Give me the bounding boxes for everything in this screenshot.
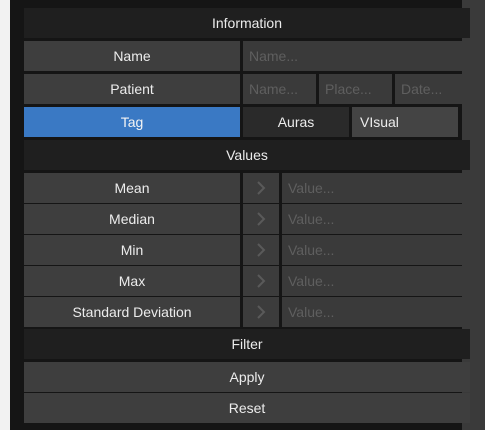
chevron-right-icon (257, 181, 266, 195)
min-label: Min (24, 235, 240, 265)
standard-deviation-arrow-button[interactable] (243, 297, 279, 327)
median-arrow-button[interactable] (243, 204, 279, 234)
values-title: Values (226, 147, 268, 163)
information-title: Information (211, 15, 283, 31)
information-panel: Information Name Name... Patient Name...… (10, 0, 470, 430)
value-row-min: Min Value... (24, 235, 470, 265)
values-header: Values (24, 140, 470, 170)
patient-place-field[interactable]: Place... (319, 74, 392, 104)
tab-auras[interactable]: Auras (243, 107, 349, 137)
patient-row: Patient Name... Place... Date... (24, 74, 470, 104)
reset-row: Reset (24, 393, 470, 423)
apply-button[interactable]: Apply (24, 362, 470, 392)
filter-header: Filter (24, 329, 470, 359)
tab-tag[interactable]: Tag (24, 107, 240, 137)
patient-name-field[interactable]: Name... (243, 74, 316, 104)
chevron-right-icon (257, 274, 266, 288)
tab-row: Tag Auras VIsual (24, 107, 470, 137)
name-row: Name Name... (24, 41, 470, 71)
apply-row: Apply (24, 362, 470, 392)
max-value-field[interactable]: Value... (282, 266, 470, 296)
tab-visual[interactable]: VIsual (352, 107, 458, 137)
max-label: Max (24, 266, 240, 296)
value-row-standard-deviation: Standard Deviation Value... (24, 297, 470, 327)
max-arrow-button[interactable] (243, 266, 279, 296)
standard-deviation-value-field[interactable]: Value... (282, 297, 470, 327)
name-label: Name (24, 41, 240, 71)
name-field[interactable]: Name... (243, 41, 470, 71)
chevron-right-icon (257, 243, 266, 257)
patient-date-field[interactable]: Date... (395, 74, 470, 104)
left-border (0, 0, 10, 430)
information-header: Information (24, 8, 470, 38)
filter-title: Filter (231, 336, 263, 352)
chevron-right-icon (257, 305, 266, 319)
standard-deviation-label: Standard Deviation (24, 297, 240, 327)
min-arrow-button[interactable] (243, 235, 279, 265)
chevron-right-icon (257, 212, 266, 226)
median-value-field[interactable]: Value... (282, 204, 470, 234)
value-row-max: Max Value... (24, 266, 470, 296)
value-row-median: Median Value... (24, 204, 470, 234)
patient-label: Patient (24, 74, 240, 104)
value-row-mean: Mean Value... (24, 173, 470, 203)
mean-label: Mean (24, 173, 240, 203)
min-value-field[interactable]: Value... (282, 235, 470, 265)
reset-button[interactable]: Reset (24, 393, 470, 423)
mean-value-field[interactable]: Value... (282, 173, 470, 203)
mean-arrow-button[interactable] (243, 173, 279, 203)
median-label: Median (24, 204, 240, 234)
